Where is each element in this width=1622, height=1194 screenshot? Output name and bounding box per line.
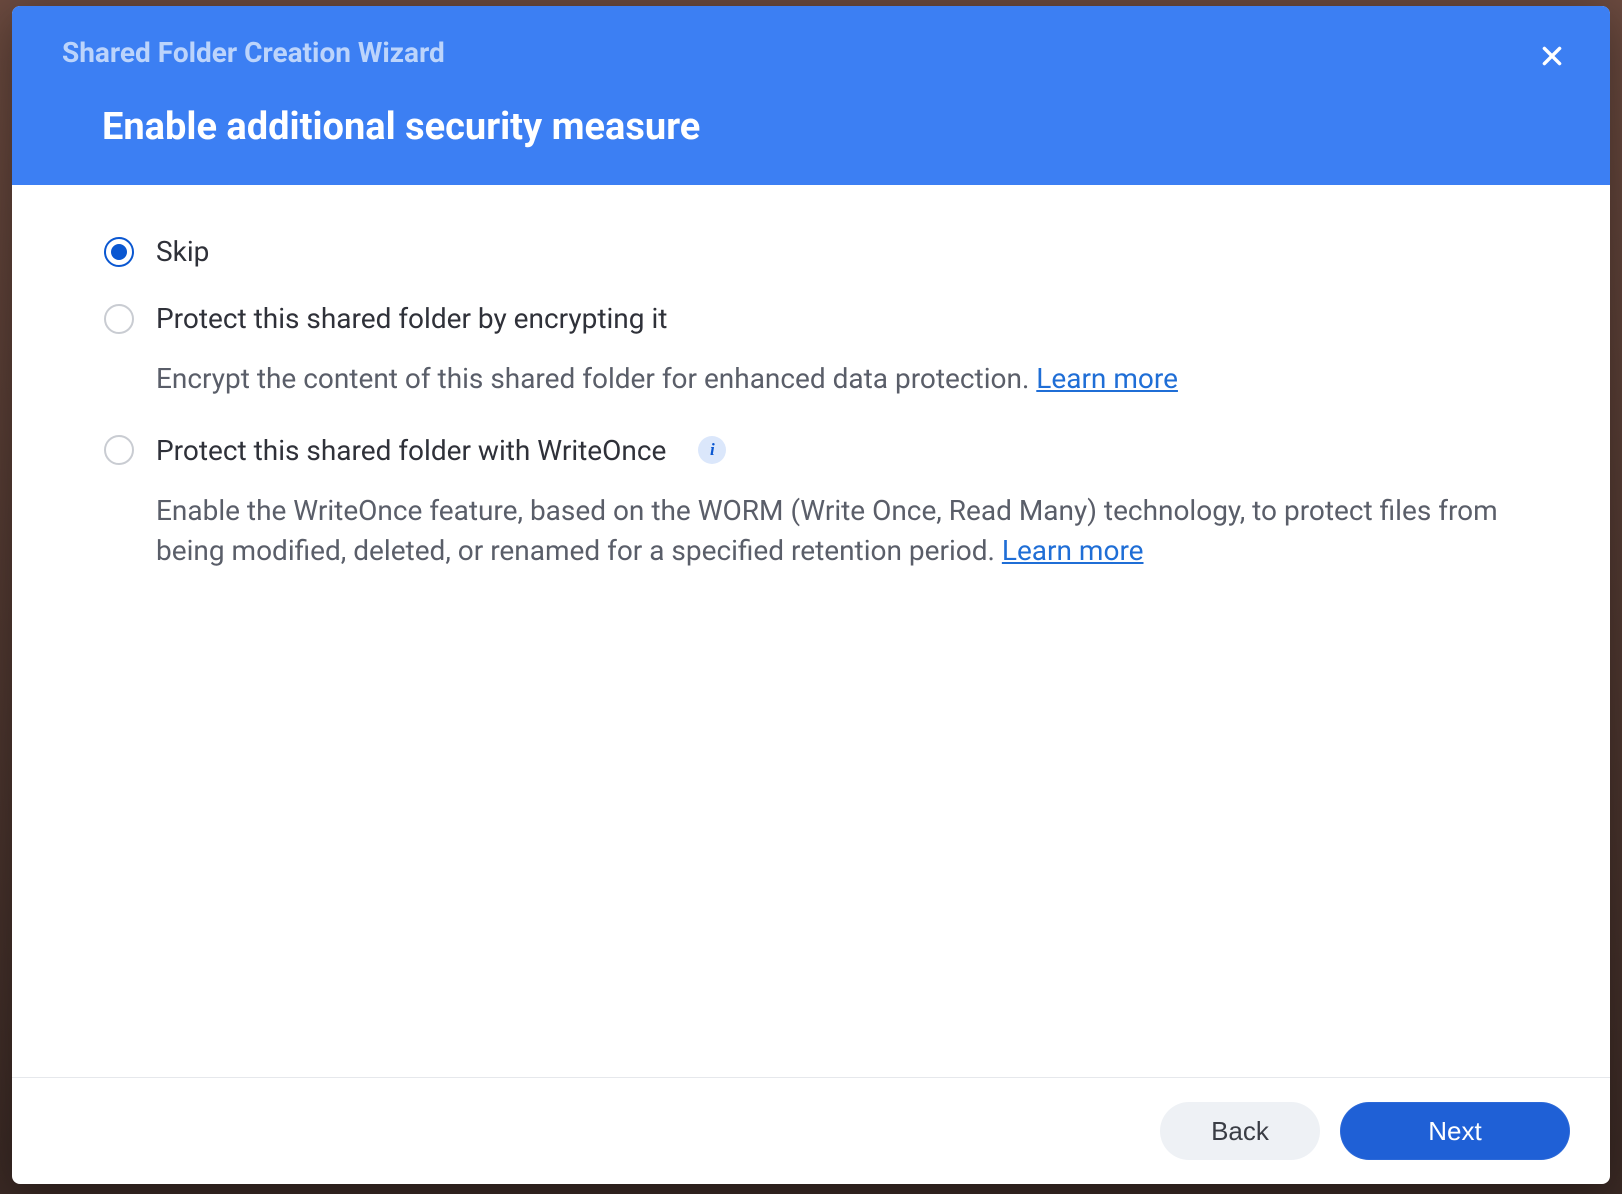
option-writeonce-description: Enable the WriteOnce feature, based on t… xyxy=(156,491,1518,572)
close-button[interactable] xyxy=(1534,38,1570,74)
option-writeonce[interactable]: Protect this shared folder with WriteOnc… xyxy=(104,434,1518,467)
encrypt-learn-more-link[interactable]: Learn more xyxy=(1036,362,1178,395)
info-icon[interactable]: i xyxy=(698,436,726,464)
option-encrypt-label: Protect this shared folder by encrypting… xyxy=(156,302,667,335)
wizard-window: Shared Folder Creation Wizard Enable add… xyxy=(12,6,1610,1184)
wizard-body: Skip Protect this shared folder by encry… xyxy=(12,185,1610,1077)
option-encrypt-description: Encrypt the content of this shared folde… xyxy=(156,359,1518,400)
radio-writeonce[interactable] xyxy=(104,435,134,465)
wizard-footer: Back Next xyxy=(12,1077,1610,1184)
writeonce-learn-more-link[interactable]: Learn more xyxy=(1002,534,1144,567)
option-writeonce-label: Protect this shared folder with WriteOnc… xyxy=(156,434,666,467)
next-button[interactable]: Next xyxy=(1340,1102,1570,1160)
close-icon xyxy=(1539,43,1565,69)
option-encrypt[interactable]: Protect this shared folder by encrypting… xyxy=(104,302,1518,335)
option-skip-label: Skip xyxy=(156,235,209,268)
radio-encrypt[interactable] xyxy=(104,304,134,334)
backdrop: Shared Folder Creation Wizard Enable add… xyxy=(0,0,1622,1194)
wizard-header: Shared Folder Creation Wizard Enable add… xyxy=(12,6,1610,185)
back-button[interactable]: Back xyxy=(1160,1102,1320,1160)
radio-skip[interactable] xyxy=(104,237,134,267)
option-skip[interactable]: Skip xyxy=(104,235,1518,268)
encrypt-description-text: Encrypt the content of this shared folde… xyxy=(156,362,1036,395)
step-title: Enable additional security measure xyxy=(102,105,1560,149)
wizard-title: Shared Folder Creation Wizard xyxy=(62,36,1560,69)
writeonce-description-text: Enable the WriteOnce feature, based on t… xyxy=(156,494,1498,568)
